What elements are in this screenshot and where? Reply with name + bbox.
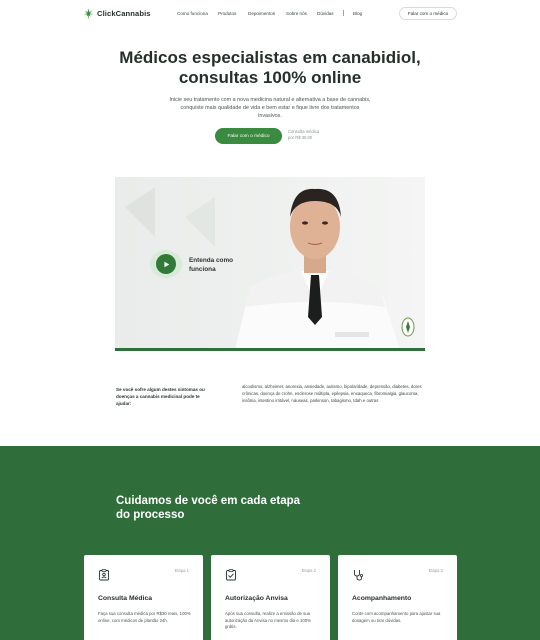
- stethoscope-icon: [354, 570, 363, 581]
- hero-title-line-2: consultas 100% online: [178, 68, 362, 87]
- hero-title: Médicos especialistas em canabidiol, con…: [0, 48, 540, 88]
- card-description: Conte com acompanhamento para ajustar su…: [352, 611, 441, 623]
- card-step-label: Etapa 3: [428, 568, 443, 573]
- card-step-label: Etapa 1: [174, 568, 189, 573]
- nav-link-depoimentos[interactable]: Depoimentos: [248, 11, 275, 16]
- nav-link-duvidas[interactable]: Dúvidas: [317, 11, 334, 16]
- hero-subtitle: Inicie seu tratamento com a nova medicin…: [169, 97, 371, 119]
- consultation-price: Consulta médica por R$ 30,00: [288, 129, 332, 141]
- nav-link-produtos[interactable]: Produtos: [218, 11, 236, 16]
- card-step-label: Etapa 2: [301, 568, 316, 573]
- process-card-acompanhamento: Etapa 3 Acompanhamento Conte com acompan…: [338, 555, 457, 640]
- card-title: Autorização Anvisa: [225, 595, 288, 602]
- play-button[interactable]: [156, 254, 176, 274]
- symptoms-title: Se você sofre algum destes sintomas ou d…: [116, 387, 205, 406]
- cannabis-leaf-icon: [83, 8, 94, 19]
- hero-title-line-1: Médicos especialistas em canabidiol,: [119, 48, 421, 67]
- clipboard-icon: [99, 569, 109, 581]
- logo[interactable]: ClickCannabis: [83, 8, 151, 19]
- card-title: Acompanhamento: [352, 595, 412, 602]
- nav-link-como-funciona[interactable]: Como funciona: [177, 11, 208, 16]
- process-title: Cuidamos de você em cada etapa do proces…: [116, 495, 301, 521]
- card-description: Após sua consulta, realize a emissão de …: [225, 611, 311, 630]
- nav-talk-to-doctor-button[interactable]: Falar com o médico: [399, 7, 457, 20]
- document-check-icon: [226, 569, 236, 581]
- video-progress-bar[interactable]: [115, 348, 425, 351]
- video-label: Entenda como funciona: [189, 257, 234, 273]
- symptoms-list: alcoolismo, alzheimer, anorexia, ansieda…: [242, 384, 422, 403]
- process-card-anvisa: Etapa 2 Autorização Anvisa Após sua cons…: [211, 555, 330, 640]
- process-card-consulta: Etapa 1 Consulta Médica Faça sua consult…: [84, 555, 203, 640]
- price-line-2: por R$ 30,00: [288, 135, 313, 140]
- card-title: Consulta Médica: [98, 595, 153, 602]
- play-icon: [163, 261, 169, 267]
- top-navigation: ClickCannabis Como funciona Produtos Dep…: [0, 0, 540, 30]
- logo-text: ClickCannabis: [97, 9, 151, 18]
- card-description: Faça sua consulta médica por R$30 reais,…: [98, 611, 191, 623]
- hero-talk-to-doctor-button[interactable]: Falar com o médico: [215, 128, 282, 144]
- nav-link-blog[interactable]: Blog: [353, 11, 362, 16]
- nav-divider: [343, 10, 344, 16]
- nav-link-sobre-nos[interactable]: Sobre nós: [286, 11, 307, 16]
